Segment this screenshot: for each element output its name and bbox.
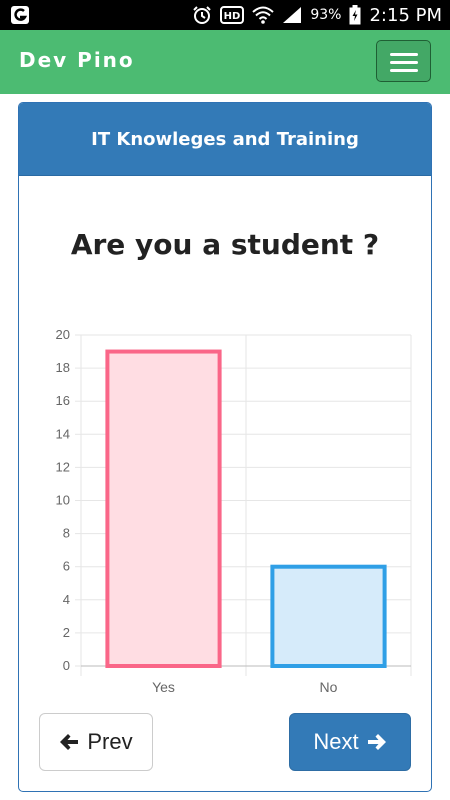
arrow-right-icon [367, 732, 387, 752]
card-title: IT Knowleges and Training [91, 128, 359, 150]
y-tick-label: 2 [63, 625, 70, 640]
y-tick-label: 6 [63, 559, 70, 574]
status-bar: HD 93% 2:15 PM [0, 0, 450, 30]
menu-toggle-button[interactable] [376, 40, 431, 82]
y-tick-label: 18 [56, 360, 70, 375]
next-button[interactable]: Next [289, 713, 411, 771]
svg-text:HD: HD [224, 11, 241, 22]
wifi-icon [252, 6, 275, 24]
signal-icon [282, 6, 302, 24]
y-tick-label: 10 [56, 493, 70, 508]
y-tick-label: 8 [63, 526, 70, 541]
next-label: Next [313, 729, 359, 754]
question-title: Are you a student ? [70, 228, 380, 261]
hd-icon: HD [220, 6, 245, 24]
status-time: 2:15 PM [369, 4, 442, 26]
y-tick-label: 12 [56, 459, 70, 474]
y-tick-label: 20 [56, 327, 70, 342]
battery-icon [349, 5, 361, 25]
bar-no [270, 564, 387, 668]
prev-label: Prev [87, 729, 133, 754]
y-tick-label: 0 [63, 658, 70, 673]
y-tick-label: 4 [63, 592, 70, 607]
y-tick-label: 16 [56, 393, 70, 408]
battery-percent: 93% [310, 7, 342, 23]
y-tick-label: 14 [56, 426, 70, 441]
brand-title[interactable]: Dev Pino [19, 48, 135, 72]
bar-yes [105, 349, 222, 669]
x-tick-label: No [320, 679, 338, 695]
question-card: IT Knowleges and Training Are you a stud… [18, 102, 432, 792]
x-tick-label: Yes [152, 679, 175, 695]
navbar: Dev Pino [0, 30, 450, 94]
prev-button[interactable]: Prev [39, 713, 153, 771]
arrow-left-icon [59, 732, 79, 752]
card-header: IT Knowleges and Training [19, 103, 431, 176]
alarm-icon [192, 5, 212, 25]
bar-chart: 0 2 4 6 8 10 12 14 16 18 20 Yes No [56, 327, 412, 695]
app-notification-icon [10, 5, 30, 25]
